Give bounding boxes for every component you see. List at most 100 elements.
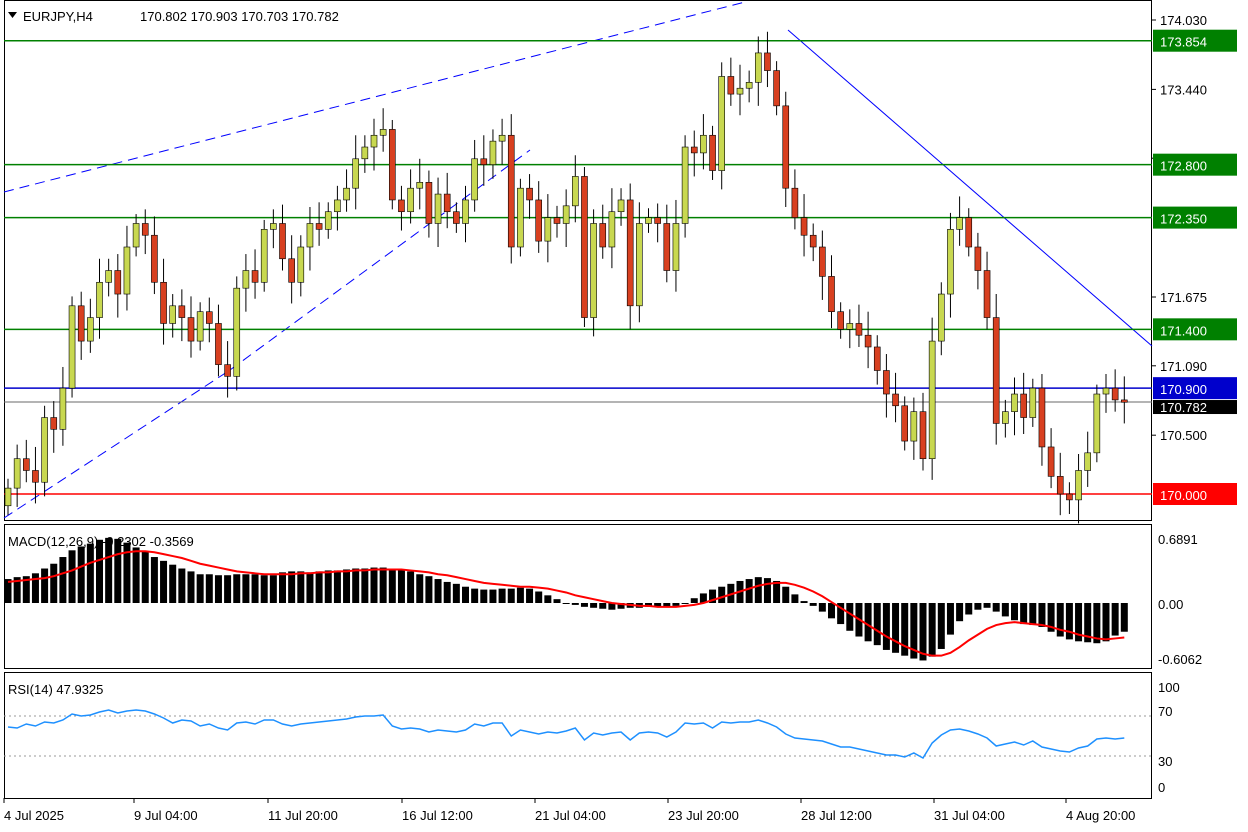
macd-bar	[306, 572, 314, 603]
candle-body	[270, 223, 277, 230]
candle-body	[1121, 399, 1128, 403]
macd-bar	[1011, 603, 1018, 621]
time-label: 31 Jul 04:00	[934, 808, 1005, 823]
macd-bar	[214, 575, 222, 603]
candle-body	[791, 187, 799, 218]
macd-label: MACD(12,26,9) -0.2302 -0.3569	[8, 534, 194, 549]
candle-body	[242, 270, 250, 289]
macd-bar	[425, 576, 433, 603]
macd-bar	[31, 573, 39, 603]
macd-bar	[452, 583, 460, 603]
macd-bar	[141, 551, 149, 603]
candle-body	[956, 217, 963, 230]
candle-body	[883, 370, 890, 395]
candle-body	[453, 211, 460, 224]
macd-bar	[297, 571, 305, 603]
candle-body	[745, 82, 753, 89]
candle-body	[700, 134, 707, 154]
candle-body	[809, 234, 817, 248]
candle-body	[654, 217, 661, 224]
candle-body	[599, 223, 607, 248]
candle-body	[965, 217, 973, 248]
macd-bar	[1120, 603, 1128, 632]
macd-bar	[96, 539, 103, 603]
candle-body	[324, 211, 332, 230]
macd-bar	[50, 563, 58, 603]
macd-bar	[498, 588, 506, 603]
candle-body	[736, 87, 744, 95]
macd-bar	[68, 550, 76, 603]
macd-bar	[1029, 603, 1037, 626]
macd-bar	[828, 603, 835, 619]
macd-bar	[818, 603, 826, 612]
candle-body	[68, 305, 76, 389]
candle-body	[379, 129, 387, 136]
candle-body	[279, 223, 286, 260]
macd-bar	[178, 568, 186, 603]
macd-bar	[1056, 603, 1064, 637]
candle-body	[901, 405, 909, 442]
candle-body	[297, 246, 305, 283]
candle-body	[718, 76, 726, 171]
symbol-label: EURJPY,H4	[23, 9, 93, 24]
macd-bar	[745, 579, 753, 603]
candle-body	[581, 176, 588, 318]
candle-body	[571, 176, 579, 207]
candle-body	[206, 311, 213, 324]
candle-body	[187, 317, 195, 342]
candle-body	[425, 182, 433, 224]
candle-body	[123, 246, 131, 295]
macd-bar	[480, 589, 488, 603]
candle-body	[608, 211, 616, 248]
candle-body	[1056, 476, 1064, 495]
candle-body	[846, 323, 854, 330]
candle-body	[1084, 452, 1091, 471]
candle-body	[407, 187, 414, 213]
macd-bar	[553, 599, 561, 603]
macd-bar	[1111, 603, 1119, 636]
price-tick-label: 174.030	[1160, 13, 1207, 28]
candle-body	[553, 217, 561, 224]
candle-body	[41, 417, 48, 483]
macd-bar	[983, 603, 991, 608]
macd-bar	[443, 581, 451, 603]
macd-bar	[388, 568, 396, 603]
candle-body	[535, 199, 543, 242]
candle-body	[434, 193, 442, 224]
macd-bar	[132, 547, 140, 603]
macd-bar	[1102, 603, 1110, 642]
candle-body	[343, 187, 350, 201]
candle-body	[96, 281, 103, 318]
candle-body	[974, 246, 982, 271]
candle-body	[544, 217, 552, 242]
macd-bar	[471, 588, 479, 603]
macd-tick-bottom: -0.6062	[1158, 652, 1202, 667]
macd-bar	[1038, 603, 1046, 627]
macd-bar	[416, 574, 424, 603]
price-tick-label: 173.440	[1160, 82, 1207, 97]
candle-body	[562, 205, 570, 224]
macd-bar	[86, 543, 94, 603]
price-tick-label: 171.090	[1160, 359, 1207, 374]
macd-bar	[150, 557, 158, 603]
macd-bar	[956, 603, 964, 622]
candle-body	[105, 270, 112, 283]
rsi-panel[interactable]	[4, 672, 1152, 799]
candle-body	[709, 134, 716, 171]
time-label: 4 Jul 2025	[4, 808, 64, 823]
candle-body	[855, 323, 863, 336]
macd-bar	[196, 574, 204, 603]
macd-bar	[269, 575, 277, 603]
candle-body	[306, 223, 314, 248]
macd-bar	[288, 571, 296, 603]
candle-body	[1047, 446, 1055, 477]
candle-body	[590, 223, 597, 318]
macd-bar	[1065, 603, 1073, 640]
macd-bar	[205, 574, 213, 603]
candle-body	[626, 199, 634, 307]
macd-bar	[352, 568, 360, 603]
macd-bar	[562, 603, 570, 604]
chart-canvas[interactable]: 174.030173.440172.855171.675171.090170.5…	[0, 0, 1248, 832]
macd-bar	[361, 568, 369, 603]
macd-bar	[526, 588, 534, 603]
